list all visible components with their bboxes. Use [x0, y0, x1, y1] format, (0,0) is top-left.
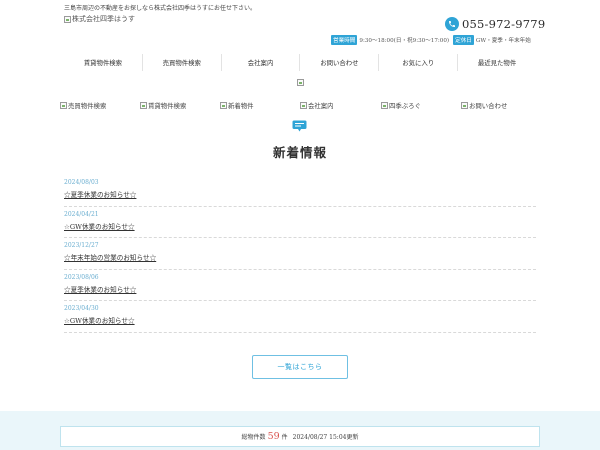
news-date: 2023/12/27 — [64, 242, 99, 250]
news-link[interactable]: ☆夏季休業のお知らせ☆ — [64, 284, 536, 294]
news-link[interactable]: ☆GW休業のお知らせ☆ — [64, 221, 536, 231]
hours-text: 9:30～18:00(日・祝9:30～17:00) — [359, 38, 450, 44]
banner-link-sale-search[interactable]: 売買物件検索 — [60, 101, 106, 110]
count-unit: 件 — [281, 434, 288, 441]
broken-image-icon — [60, 102, 67, 109]
news-date: 2023/04/30 — [64, 305, 99, 313]
updated-timestamp: 2024/08/27 15:04更新 — [292, 434, 359, 441]
news-item: 2023/12/27 ☆年末年始の営業のお知らせ☆ — [64, 238, 536, 270]
news-list: 2024/08/03 ☆夏季休業のお知らせ☆ 2024/04/21 ☆GW休業の… — [64, 175, 536, 333]
news-date: 2024/04/21 — [64, 210, 99, 218]
hours-tag: 営業時間 — [331, 35, 358, 45]
banner-link-label: 四季ぶろぐ — [389, 102, 421, 110]
banner-link-contact[interactable]: お問い合わせ — [461, 101, 507, 110]
news-more-button[interactable]: 一覧はこちら — [252, 355, 348, 379]
banner-link-label: 新着物件 — [228, 102, 254, 110]
global-nav: 賃貸物件検索 売買物件検索 会社案内 お問い合わせ お気に入り 最近見た物件 — [64, 54, 536, 71]
banner-link-rental-search[interactable]: 賃貸物件検索 — [140, 101, 186, 110]
broken-image-icon — [381, 102, 388, 109]
news-section-title: 新着情報 — [272, 145, 327, 160]
phone-contact[interactable]: 055-972-9779 — [445, 17, 545, 31]
banner-nav: 売買物件検索 賃貸物件検索 新着物件 会社案内 四季ぶろぐ お問い合わせ — [60, 101, 540, 111]
gnav-item-rental-search[interactable]: 賃貸物件検索 — [64, 54, 142, 71]
news-item: 2024/04/21 ☆GW休業のお知らせ☆ — [64, 207, 536, 239]
broken-image-icon — [64, 15, 71, 23]
gnav-item-recently-viewed[interactable]: 最近見た物件 — [457, 54, 536, 71]
news-item: 2024/08/03 ☆夏季休業のお知らせ☆ — [64, 175, 536, 207]
banner-link-label: 賃貸物件検索 — [148, 102, 187, 110]
site-tagline: 三島市周辺の不動産をお探しなら株式会社四季はうすにお任せ下さい。 — [64, 5, 257, 12]
phone-number: 055-972-9779 — [462, 17, 546, 31]
broken-image-icon — [220, 102, 227, 109]
banner-link-blog[interactable]: 四季ぶろぐ — [381, 101, 421, 110]
news-item: 2023/04/30 ☆GW休業のお知らせ☆ — [64, 301, 536, 333]
banner-link-company[interactable]: 会社案内 — [300, 101, 334, 110]
closed-tag: 定休日 — [453, 35, 474, 45]
banner-link-label: 会社案内 — [308, 102, 334, 110]
main-banner — [297, 79, 304, 88]
news-link[interactable]: ☆GW休業のお知らせ☆ — [64, 315, 536, 325]
banner-link-label: 売買物件検索 — [68, 102, 107, 110]
banner-link-label: お問い合わせ — [469, 102, 508, 110]
company-logo[interactable]: 株式会社四季はうす — [64, 14, 135, 24]
count-label: 総物件数 — [241, 434, 266, 441]
broken-image-icon — [300, 102, 307, 109]
news-link[interactable]: ☆夏季休業のお知らせ☆ — [64, 189, 536, 199]
gnav-item-sale-search[interactable]: 売買物件検索 — [141, 54, 221, 71]
broken-image-icon — [140, 102, 147, 109]
news-item: 2023/08/06 ☆夏季休業のお知らせ☆ — [64, 270, 536, 302]
listing-count-box: 総物件数 59 件 2024/08/27 15:04更新 — [60, 426, 540, 447]
count-value: 59 — [267, 431, 280, 442]
banner-link-new-listings[interactable]: 新着物件 — [220, 101, 254, 110]
phone-icon — [445, 17, 459, 31]
news-date: 2024/08/03 — [64, 179, 99, 186]
gnav-item-favorites[interactable]: お気に入り — [378, 54, 457, 71]
logo-alt-text: 株式会社四季はうす — [72, 15, 135, 23]
broken-image-icon — [297, 79, 304, 86]
speech-bubble-icon — [292, 120, 307, 132]
gnav-item-contact[interactable]: お問い合わせ — [299, 54, 378, 71]
closed-text: GW・夏季・年末年始 — [475, 38, 531, 44]
broken-image-icon — [461, 102, 468, 109]
news-date: 2023/08/06 — [64, 273, 99, 281]
news-link[interactable]: ☆年末年始の営業のお知らせ☆ — [64, 252, 536, 262]
business-hours: 営業時間 9:30～18:00(日・祝9:30～17:00) 定休日 GW・夏季… — [331, 35, 531, 45]
gnav-item-company[interactable]: 会社案内 — [220, 54, 300, 71]
